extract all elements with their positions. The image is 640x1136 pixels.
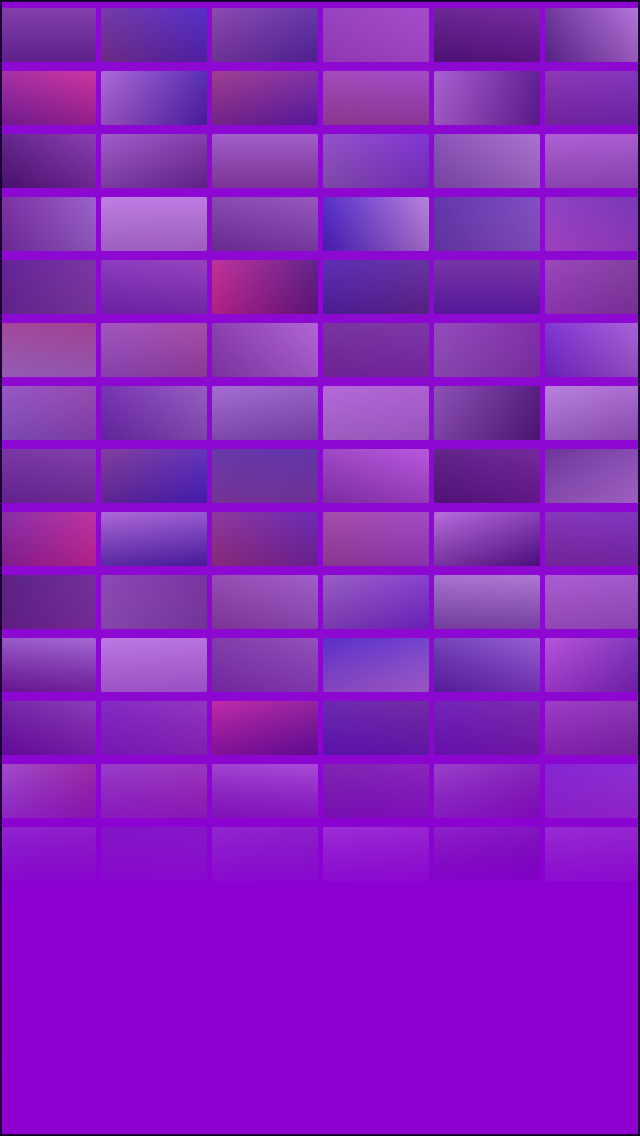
wallpaper-thumbnail xyxy=(545,134,640,188)
wallpaper-thumbnail xyxy=(0,8,96,62)
wallpaper-thumbnail xyxy=(323,197,429,251)
wallpaper-thumbnail xyxy=(545,449,640,503)
wallpaper-thumbnail xyxy=(545,197,640,251)
wallpaper-thumbnail xyxy=(434,197,540,251)
wallpaper-thumbnail xyxy=(434,260,540,314)
wallpaper-thumbnail xyxy=(545,512,640,566)
thumbnail-mosaic xyxy=(0,8,640,881)
wallpaper-thumbnail xyxy=(434,764,540,818)
wallpaper-thumbnail xyxy=(0,512,96,566)
wallpaper-thumbnail xyxy=(434,827,540,881)
wallpaper-thumbnail xyxy=(434,71,540,125)
wallpaper-thumbnail xyxy=(212,449,318,503)
wallpaper-thumbnail xyxy=(0,764,96,818)
wallpaper-thumbnail xyxy=(0,449,96,503)
wallpaper-thumbnail xyxy=(434,323,540,377)
wallpaper-thumbnail xyxy=(101,71,207,125)
wallpaper-thumbnail xyxy=(323,323,429,377)
wallpaper-thumbnail xyxy=(434,134,540,188)
wallpaper-screen xyxy=(0,0,640,1136)
wallpaper-thumbnail xyxy=(545,701,640,755)
wallpaper-thumbnail xyxy=(101,449,207,503)
wallpaper-thumbnail xyxy=(323,449,429,503)
wallpaper-thumbnail xyxy=(212,764,318,818)
wallpaper-thumbnail xyxy=(101,701,207,755)
wallpaper-thumbnail xyxy=(323,260,429,314)
wallpaper-thumbnail xyxy=(0,386,96,440)
wallpaper-thumbnail xyxy=(545,575,640,629)
wallpaper-thumbnail xyxy=(101,575,207,629)
wallpaper-thumbnail xyxy=(434,8,540,62)
wallpaper-thumbnail xyxy=(434,701,540,755)
wallpaper-thumbnail xyxy=(101,827,207,881)
wallpaper-thumbnail xyxy=(545,764,640,818)
wallpaper-thumbnail xyxy=(212,638,318,692)
wallpaper-thumbnail xyxy=(101,8,207,62)
wallpaper-thumbnail xyxy=(212,134,318,188)
wallpaper-thumbnail xyxy=(212,827,318,881)
wallpaper-thumbnail xyxy=(212,575,318,629)
wallpaper-thumbnail xyxy=(0,71,96,125)
wallpaper-thumbnail xyxy=(212,512,318,566)
wallpaper-thumbnail xyxy=(0,260,96,314)
wallpaper-thumbnail xyxy=(323,134,429,188)
wallpaper-thumbnail xyxy=(101,323,207,377)
wallpaper-thumbnail xyxy=(323,575,429,629)
wallpaper-thumbnail xyxy=(323,638,429,692)
wallpaper-thumbnail xyxy=(101,764,207,818)
wallpaper-thumbnail xyxy=(101,197,207,251)
wallpaper-thumbnail xyxy=(545,260,640,314)
wallpaper-thumbnail xyxy=(323,512,429,566)
wallpaper-thumbnail xyxy=(212,323,318,377)
wallpaper-thumbnail xyxy=(434,386,540,440)
wallpaper-thumbnail xyxy=(101,638,207,692)
wallpaper-thumbnail xyxy=(434,512,540,566)
wallpaper-thumbnail xyxy=(323,701,429,755)
wallpaper-thumbnail xyxy=(0,701,96,755)
wallpaper-thumbnail xyxy=(545,323,640,377)
wallpaper-thumbnail xyxy=(101,260,207,314)
wallpaper-thumbnail xyxy=(545,71,640,125)
wallpaper-thumbnail xyxy=(323,8,429,62)
wallpaper-thumbnail xyxy=(545,386,640,440)
wallpaper-thumbnail xyxy=(212,8,318,62)
wallpaper-thumbnail xyxy=(0,827,96,881)
wallpaper-thumbnail xyxy=(212,386,318,440)
wallpaper-thumbnail xyxy=(212,701,318,755)
wallpaper-thumbnail xyxy=(0,575,96,629)
wallpaper-thumbnail xyxy=(0,134,96,188)
wallpaper-thumbnail xyxy=(0,638,96,692)
wallpaper-thumbnail xyxy=(0,323,96,377)
wallpaper-thumbnail xyxy=(323,764,429,818)
wallpaper-thumbnail xyxy=(212,71,318,125)
wallpaper-thumbnail xyxy=(212,260,318,314)
wallpaper-thumbnail xyxy=(323,386,429,440)
wallpaper-thumbnail xyxy=(101,512,207,566)
wallpaper-thumbnail xyxy=(212,197,318,251)
wallpaper-thumbnail xyxy=(323,71,429,125)
wallpaper-thumbnail xyxy=(0,197,96,251)
wallpaper-thumbnail xyxy=(434,449,540,503)
wallpaper-thumbnail xyxy=(545,638,640,692)
wallpaper-thumbnail xyxy=(101,386,207,440)
wallpaper-thumbnail xyxy=(434,575,540,629)
wallpaper-thumbnail xyxy=(101,134,207,188)
wallpaper-thumbnail xyxy=(545,8,640,62)
wallpaper-thumbnail xyxy=(545,827,640,881)
wallpaper-thumbnail xyxy=(323,827,429,881)
wallpaper-thumbnail xyxy=(434,638,540,692)
